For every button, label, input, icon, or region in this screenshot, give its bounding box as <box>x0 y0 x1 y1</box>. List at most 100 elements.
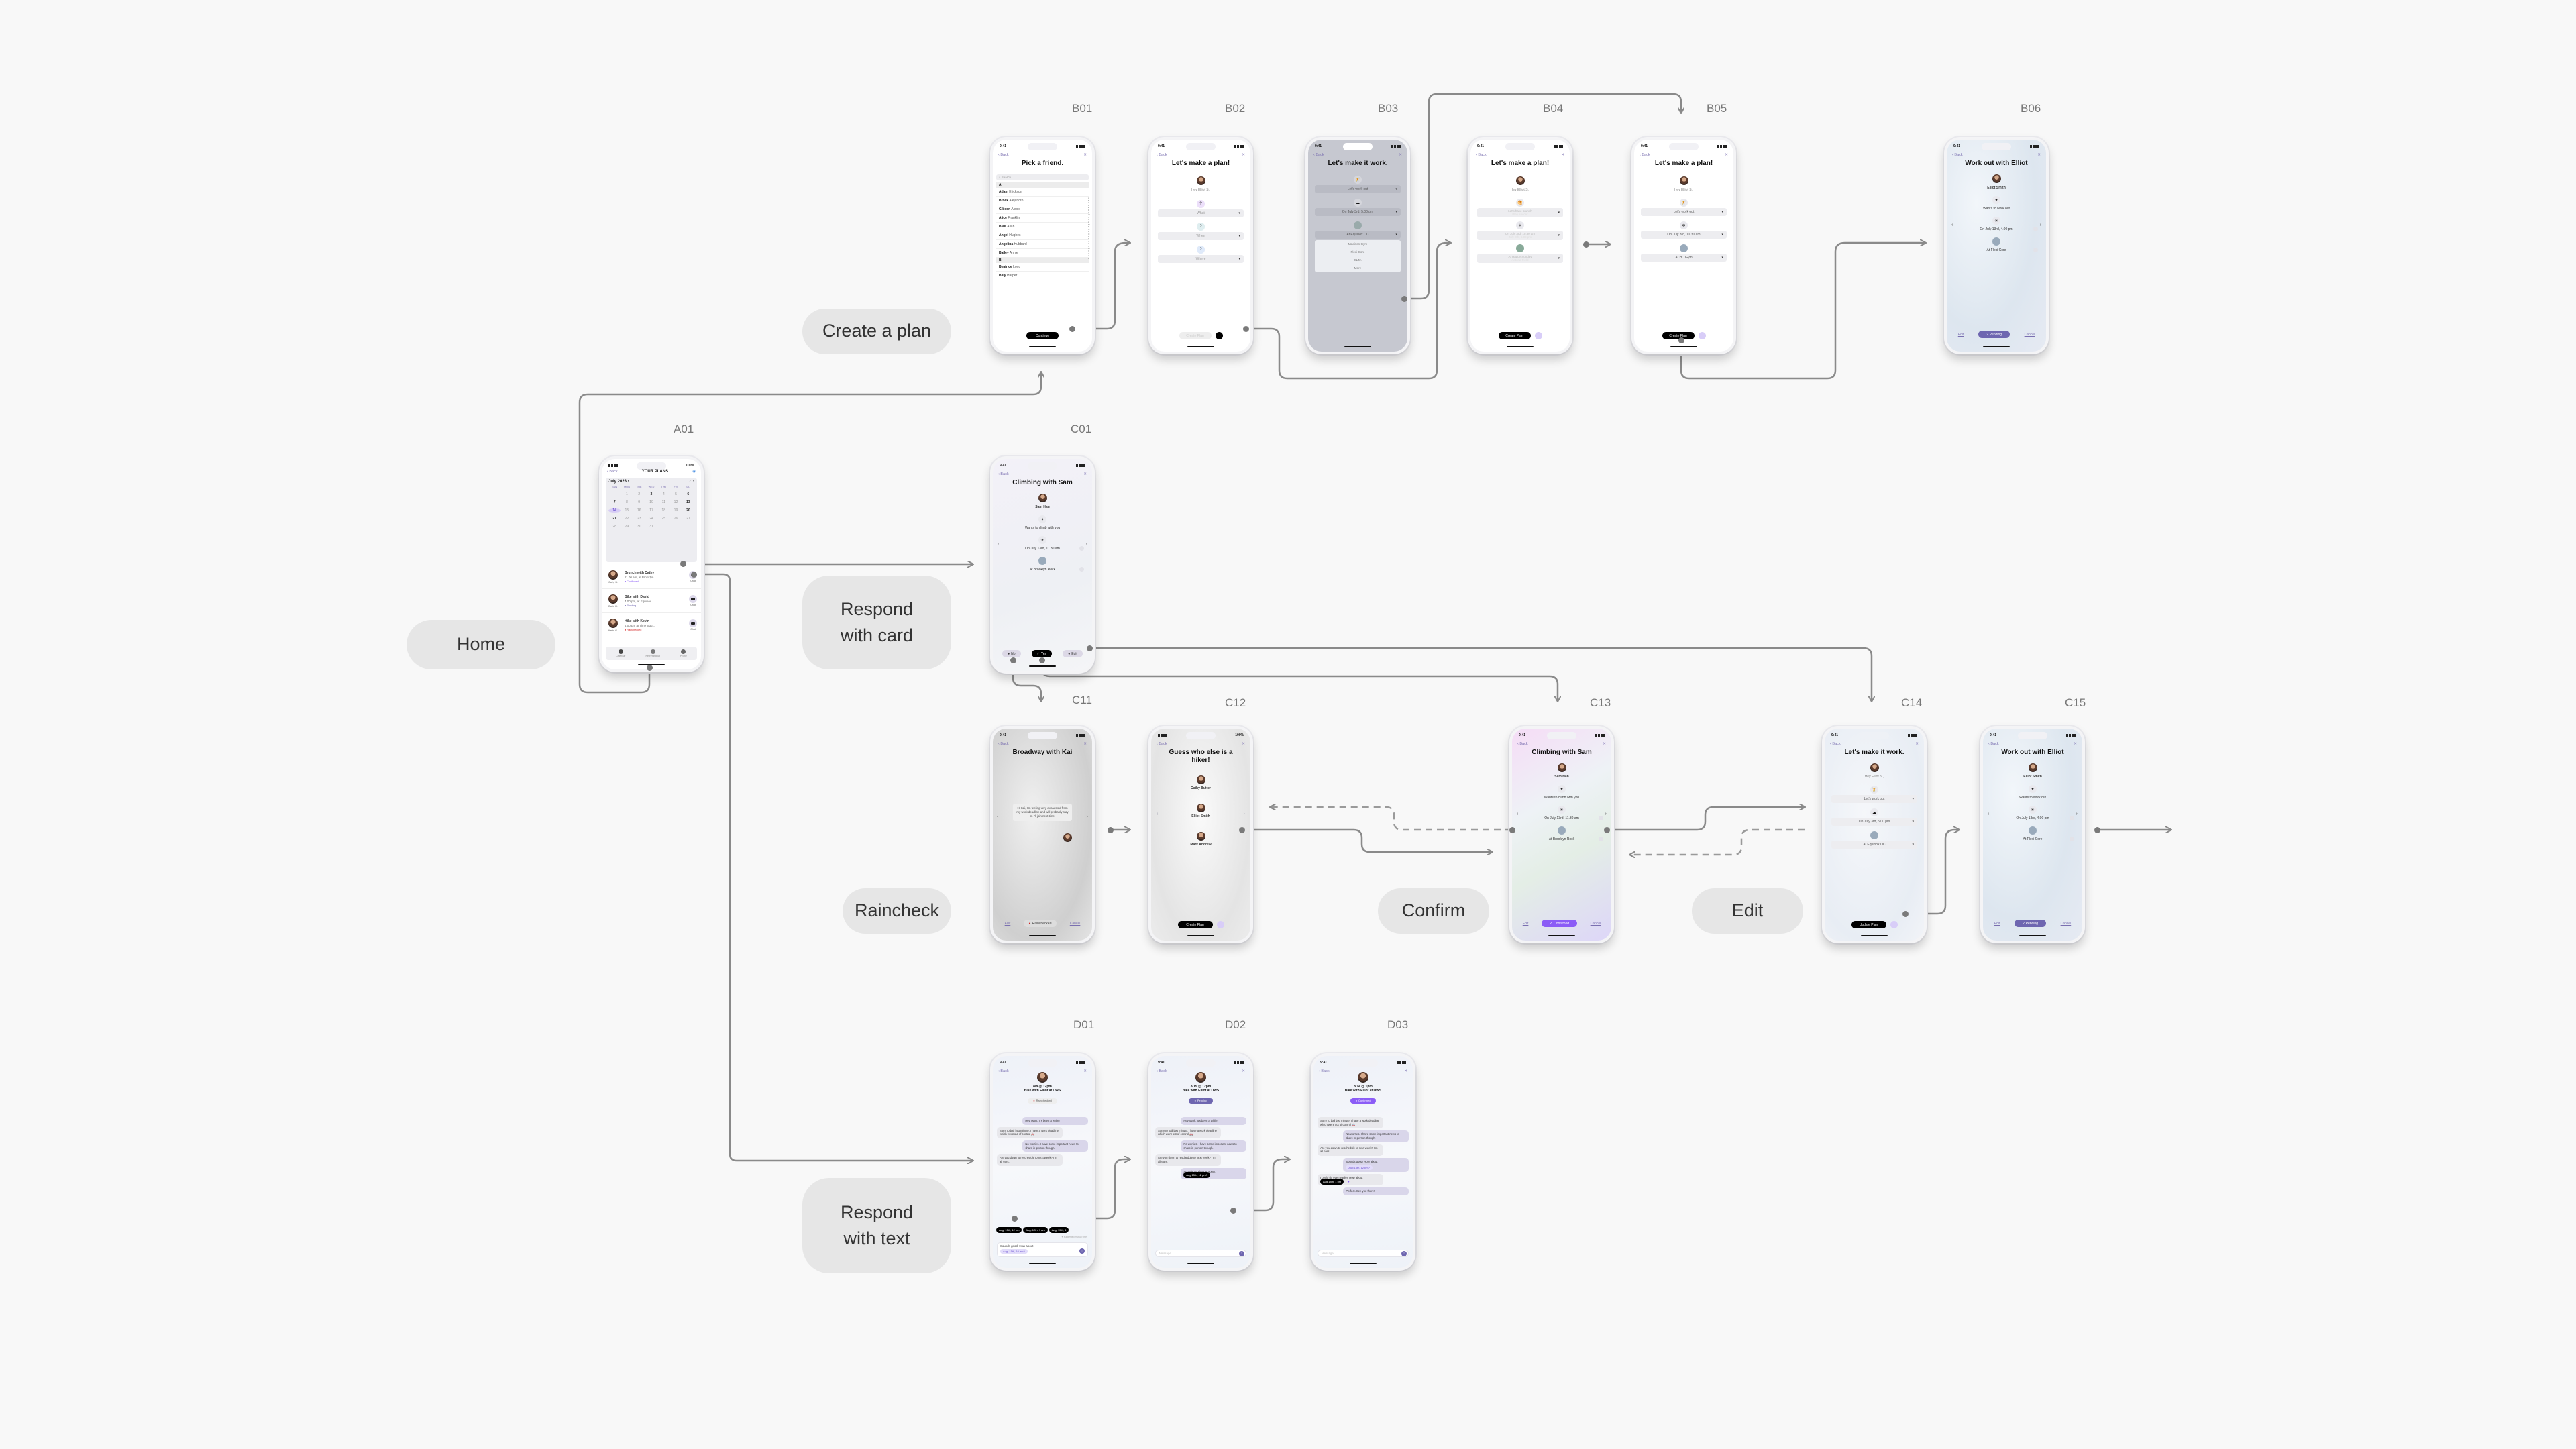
back-button[interactable]: ‹ Back <box>1640 153 1650 157</box>
time-suggestion-chip[interactable]: Aug. 15th, 12 pm <box>996 1227 1022 1233</box>
back-button[interactable]: ‹ Back <box>1476 153 1487 157</box>
contact-item[interactable]: Bailey Annie <box>996 249 1089 258</box>
next-arrow[interactable]: › <box>1086 542 1087 547</box>
close-icon[interactable]: ✕ <box>1561 153 1564 157</box>
calendar-day[interactable]: 6 <box>682 492 694 496</box>
what-dropdown[interactable]: What <box>1158 209 1244 217</box>
close-icon[interactable]: ✕ <box>1083 153 1087 157</box>
calendar-day[interactable]: 1 <box>621 492 633 496</box>
calendar-day[interactable]: 20 <box>682 508 694 513</box>
time-suggestion-chip[interactable]: Aug. 12th, 9 am <box>1023 1227 1048 1233</box>
time-chip[interactable]: Aug 14th, 1 pm <box>1320 1178 1344 1185</box>
calendar-icon[interactable] <box>1079 546 1084 551</box>
tab-calendar[interactable]: Calendar <box>616 649 625 657</box>
chat-button[interactable]: Chat <box>689 619 697 631</box>
profile-icon[interactable]: ◉ <box>692 470 696 474</box>
calendar-day[interactable]: 10 <box>645 500 657 504</box>
calendar-day[interactable]: 14 <box>608 508 621 513</box>
person-card[interactable]: Elliot Smith <box>1151 804 1250 818</box>
calendar-day[interactable]: 30 <box>633 525 645 529</box>
where-dropdown[interactable]: Where <box>1158 255 1244 263</box>
back-button[interactable]: ‹ Back <box>1830 742 1841 746</box>
tab-new-hangout[interactable]: New Hangout <box>646 649 660 657</box>
calendar-day[interactable]: 24 <box>645 517 657 521</box>
shuffle-icon[interactable] <box>1216 921 1224 928</box>
calendar-day[interactable]: 18 <box>657 508 669 513</box>
back-button[interactable]: ‹ Back <box>998 153 1009 157</box>
calendar-day[interactable]: 28 <box>608 525 621 529</box>
contact-item[interactable]: Blair Allan <box>996 223 1089 231</box>
calendar-day[interactable]: 21 <box>608 517 621 521</box>
when-dropdown[interactable]: On July 3rd, 10.30 am <box>1641 231 1727 239</box>
calendar-icon[interactable] <box>1599 816 1603 820</box>
person-card[interactable]: Cathy Butter <box>1151 775 1250 790</box>
back-button[interactable]: ‹ Back <box>1157 153 1167 157</box>
close-icon[interactable]: ✕ <box>1725 153 1728 157</box>
close-icon[interactable]: ✕ <box>1242 153 1245 157</box>
continue-button[interactable]: Continue <box>1026 332 1059 339</box>
contact-item[interactable]: Angelina Hubbard <box>996 240 1089 249</box>
chat-button[interactable]: Chat <box>689 595 697 606</box>
calendar-day[interactable]: 22 <box>621 517 633 521</box>
back-button[interactable]: ‹ Back <box>1952 153 1963 157</box>
next-arrow[interactable]: › <box>1087 814 1088 819</box>
alphabet-index[interactable]: ABCDEFGHIJKLMNOPQRSTUVWXYZ# <box>1088 197 1090 260</box>
prev-arrow[interactable]: ‹ <box>1951 223 1953 227</box>
map-icon[interactable] <box>1599 837 1603 841</box>
time-chip[interactable]: Aug 15th, 12 pm? <box>1183 1172 1210 1179</box>
close-icon[interactable]: ✕ <box>1399 153 1402 157</box>
calendar-day[interactable]: 5 <box>669 492 682 496</box>
calendar-day[interactable]: 8 <box>621 500 633 504</box>
tab-profile[interactable]: Profile <box>680 649 687 657</box>
where-dropdown[interactable]: At Equinox LIC <box>1831 841 1917 849</box>
calendar-day[interactable]: 7 <box>608 500 621 504</box>
plan-row[interactable]: Cathy B. Brunch with Cathy 11.00 am, at Br… <box>602 565 701 589</box>
what-dropdown[interactable]: Let's work out <box>1315 185 1401 193</box>
edit-link[interactable]: Edit <box>1005 922 1011 926</box>
close-icon[interactable]: ✕ <box>1242 742 1245 746</box>
dropdown-option[interactable]: SLTA <box>1315 256 1401 264</box>
plan-row[interactable]: Kevin G. Hike with Kevin 4.00 pm at Time S… <box>602 613 701 637</box>
back-button[interactable]: ‹ Back <box>998 472 1009 476</box>
search-input[interactable]: ⌕ Search <box>996 174 1089 180</box>
contact-item[interactable]: Beatrice Long <box>996 263 1089 272</box>
close-icon[interactable]: ✕ <box>1083 472 1087 476</box>
edit-link[interactable]: Edit <box>1958 333 1964 337</box>
month-nav[interactable]: ‹ › <box>690 480 694 484</box>
back-button[interactable]: ‹ Back <box>1988 742 1999 746</box>
calendar-day[interactable]: 2 <box>633 492 645 496</box>
send-icon[interactable]: ↑ <box>1239 1251 1244 1256</box>
close-icon[interactable]: ✕ <box>2037 153 2041 157</box>
contact-item[interactable]: Brock Alejandro <box>996 197 1089 205</box>
when-dropdown[interactable]: On July 3rd, 5.00 pm <box>1831 818 1917 826</box>
edit-link[interactable]: Edit <box>1523 922 1529 926</box>
message-input[interactable]: Message ↑ <box>1318 1250 1409 1257</box>
calendar-day[interactable]: 11 <box>657 500 669 504</box>
next-arrow[interactable]: › <box>1244 812 1245 816</box>
map-icon[interactable] <box>2033 248 2038 252</box>
calendar-day[interactable]: 13 <box>682 500 694 504</box>
calendar-day[interactable]: 26 <box>669 517 682 521</box>
time-chip[interactable]: Aug 15th, 12 pm? <box>1346 1165 1373 1171</box>
cancel-link[interactable]: Cancel <box>1070 922 1081 926</box>
where-picker[interactable]: At Happy Sunday Astoria Field <box>1477 254 1563 263</box>
calendar-day[interactable]: 15 <box>621 508 633 513</box>
shuffle-icon[interactable] <box>1534 332 1542 339</box>
when-picker[interactable]: On July 3rd, 10.30 am July 8th, 5.00 pm <box>1477 231 1563 240</box>
next-arrow[interactable]: › <box>2076 812 2078 816</box>
calendar-day[interactable]: 23 <box>633 517 645 521</box>
where-dropdown[interactable]: At HC Gym <box>1641 254 1727 262</box>
calendar-day[interactable]: 29 <box>621 525 633 529</box>
what-dropdown[interactable]: Let's work out <box>1831 795 1917 803</box>
back-button[interactable]: ‹ Back <box>1157 742 1167 746</box>
back-button[interactable]: ‹ Back <box>998 742 1009 746</box>
create-plan-button[interactable]: Create Plan <box>1177 921 1213 928</box>
calendar-day[interactable]: 9 <box>633 500 645 504</box>
calendar-icon[interactable] <box>2033 227 2038 231</box>
what-dropdown[interactable]: Let's work out <box>1641 208 1727 216</box>
prev-arrow[interactable]: ‹ <box>1988 812 1989 816</box>
send-icon[interactable]: ↑ <box>1079 1248 1085 1254</box>
month-selector[interactable]: July 2023 › <box>608 480 629 484</box>
map-icon[interactable] <box>1079 567 1084 572</box>
calendar-day[interactable]: 17 <box>645 508 657 513</box>
